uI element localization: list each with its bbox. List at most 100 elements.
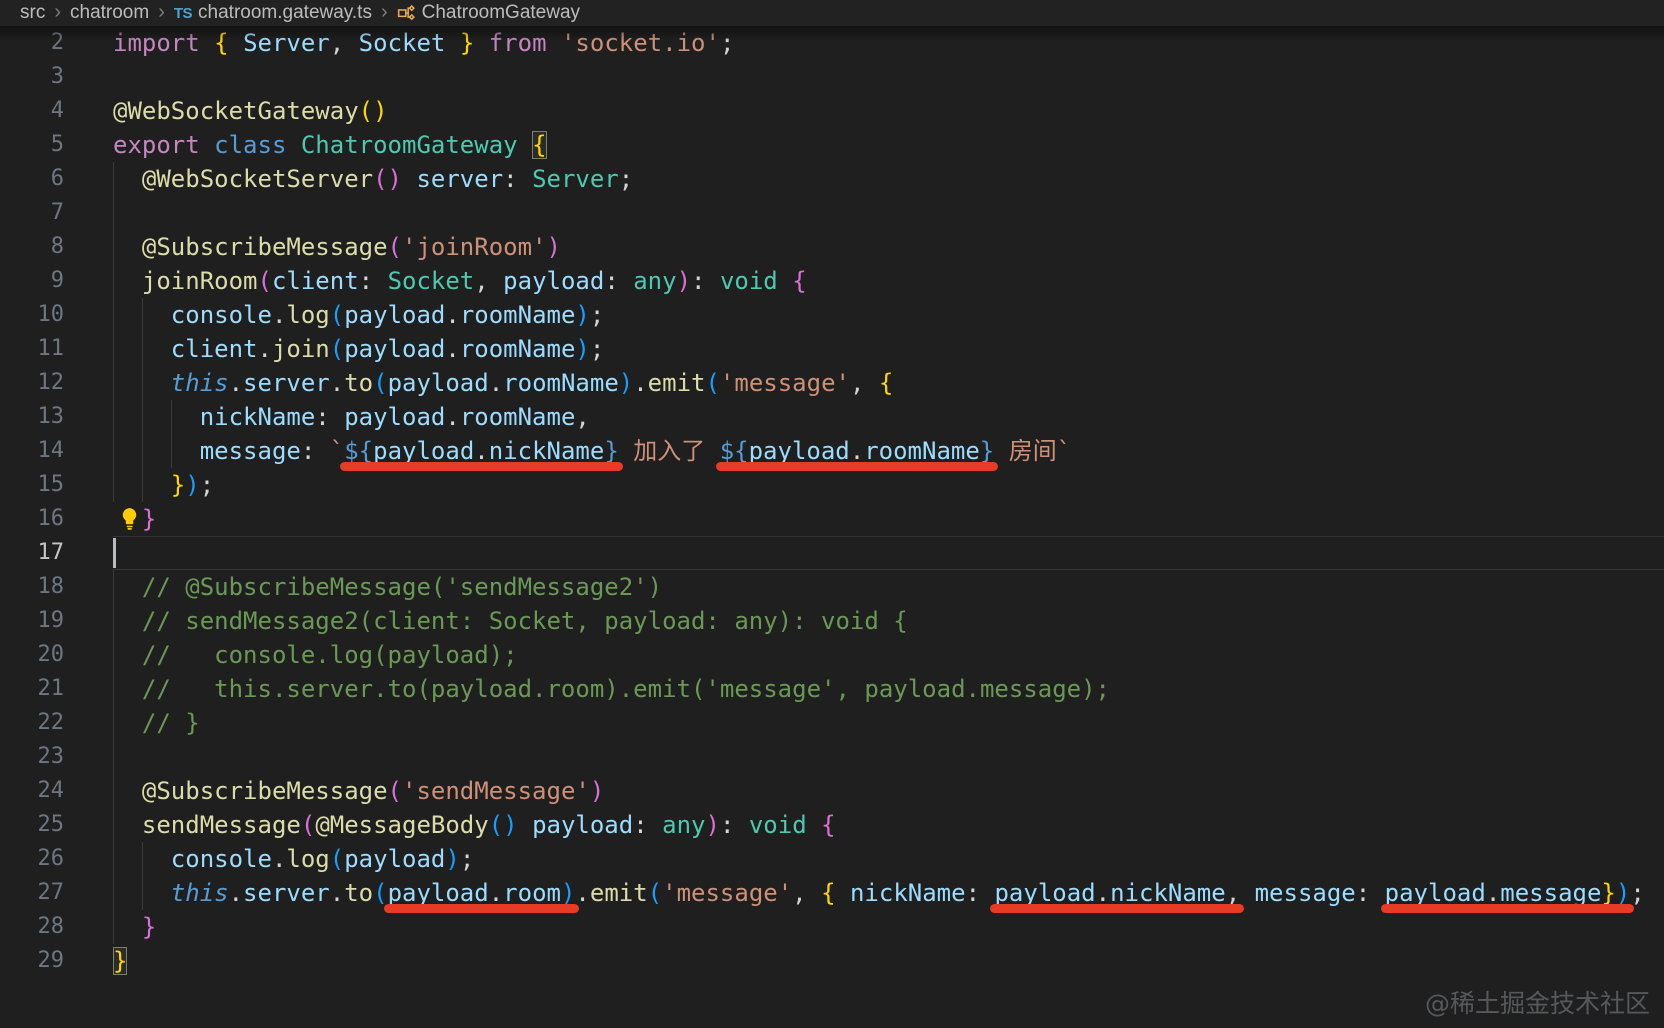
line-number[interactable]: 28 — [0, 910, 113, 944]
code-content — [113, 196, 1664, 230]
code-token: // } — [141, 709, 200, 737]
code-editor: 2 import { Server, Socket } from 'socket.… — [0, 26, 1664, 978]
code-line[interactable]: 8 @SubscribeMessage('joinRoom') — [0, 230, 1664, 264]
line-number[interactable]: 10 — [0, 298, 113, 332]
code-token: server — [416, 165, 504, 193]
code-line[interactable]: 20 // console.log(payload); — [0, 638, 1664, 672]
line-number[interactable]: 27 — [0, 876, 113, 910]
code-line[interactable]: 29} — [0, 944, 1664, 978]
code-line[interactable]: 27 this.server.to(payload.room).emit('me… — [0, 876, 1664, 910]
line-number[interactable]: 29 — [0, 944, 113, 978]
line-number[interactable]: 23 — [0, 740, 113, 774]
code-token: ) — [560, 879, 576, 907]
line-number[interactable]: 2 — [0, 26, 113, 60]
code-token: this — [170, 369, 229, 397]
line-number[interactable]: 14 — [0, 434, 113, 468]
code-line[interactable]: 15 }); — [0, 468, 1664, 502]
line-number[interactable]: 15 — [0, 468, 113, 502]
annotation-underline: ${payload.roomName} — [720, 437, 995, 465]
line-number[interactable]: 5 — [0, 128, 113, 162]
text-cursor — [113, 538, 116, 568]
code-line[interactable]: 23 — [0, 740, 1664, 774]
code-line[interactable]: 4 @WebSocketGateway() — [0, 94, 1664, 128]
line-number[interactable]: 20 — [0, 638, 113, 672]
code-line[interactable]: 18 // @SubscribeMessage('sendMessage2') — [0, 570, 1664, 604]
code-line[interactable]: 25 sendMessage(@MessageBody() payload: a… — [0, 808, 1664, 842]
line-number[interactable]: 13 — [0, 400, 113, 434]
line-number[interactable]: 12 — [0, 366, 113, 400]
code-token: message — [1500, 879, 1602, 907]
code-line[interactable]: 11 client.join(payload.roomName); — [0, 332, 1664, 366]
code-line[interactable]: 21 // this.server.to(payload.room).emit(… — [0, 672, 1664, 706]
code-line[interactable]: 2 import { Server, Socket } from 'socket.… — [0, 26, 1664, 60]
line-number[interactable]: 22 — [0, 706, 113, 740]
code-token: . — [445, 403, 460, 431]
code-token: any — [633, 267, 677, 295]
line-number[interactable]: 4 — [0, 94, 113, 128]
code-line[interactable]: 26 console.log(payload); — [0, 842, 1664, 876]
breadcrumb-item-src[interactable]: src — [20, 2, 45, 24]
code-line[interactable]: 12 this.server.to(payload.roomName).emit… — [0, 366, 1664, 400]
code-line[interactable]: 5 export class ChatroomGateway { — [0, 128, 1664, 162]
code-token: , — [849, 369, 879, 397]
code-token: server — [243, 369, 330, 397]
breadcrumb-item-chatroom[interactable]: chatroom — [70, 2, 149, 24]
code-line[interactable]: 19 // sendMessage2(client: Socket, paylo… — [0, 604, 1664, 638]
code-line[interactable]: 3 — [0, 60, 1664, 94]
line-number[interactable]: 24 — [0, 774, 113, 808]
line-number[interactable]: 16 — [0, 502, 113, 536]
breadcrumb-item-chatroom-gateway-ts[interactable]: TS chatroom.gateway.ts — [174, 2, 372, 24]
code-token: ) — [546, 233, 561, 261]
code-content: } — [113, 910, 1664, 944]
code-token: : — [1355, 879, 1385, 907]
code-token: server — [243, 879, 330, 907]
code-token: Socket — [387, 267, 475, 295]
line-number[interactable]: 8 — [0, 230, 113, 264]
code-line[interactable]: 24 @SubscribeMessage('sendMessage') — [0, 774, 1664, 808]
lightbulb-icon[interactable] — [118, 506, 142, 532]
line-number[interactable]: 21 — [0, 672, 113, 706]
line-number[interactable]: 11 — [0, 332, 113, 366]
code-content: this.server.to(payload.room).emit('messa… — [113, 876, 1664, 910]
code-token: payload — [387, 879, 489, 907]
line-number[interactable]: 7 — [0, 196, 113, 230]
code-token: . — [257, 335, 272, 363]
code-line[interactable]: 28 } — [0, 910, 1664, 944]
code-line[interactable]: 13 nickName: payload.roomName, — [0, 400, 1664, 434]
code-token: () — [488, 811, 518, 839]
breadcrumb-item-chatroomgateway[interactable]: ChatroomGateway — [397, 2, 580, 24]
code-line[interactable]: 6 @WebSocketServer() server: Server; — [0, 162, 1664, 196]
code-token: } — [113, 947, 128, 975]
code-line[interactable]: 9 joinRoom(client: Socket, payload: any)… — [0, 264, 1664, 298]
line-number[interactable]: 19 — [0, 604, 113, 638]
annotation-underline: payload.message}) — [1385, 879, 1631, 907]
line-number[interactable]: 18 — [0, 570, 113, 604]
line-number[interactable]: 6 — [0, 162, 113, 196]
code-line[interactable]: 14 message: `${payload.nickName} 加入了 ${p… — [0, 434, 1664, 468]
code-line[interactable]: 17 — [0, 536, 1664, 570]
code-line[interactable]: 22 // } — [0, 706, 1664, 740]
line-number[interactable]: 3 — [0, 60, 113, 94]
code-token: roomName — [459, 301, 576, 329]
code-line[interactable]: 7 — [0, 196, 1664, 230]
code-token: . — [445, 301, 460, 329]
line-number[interactable]: 26 — [0, 842, 113, 876]
code-token: 'sendMessage' — [402, 777, 590, 805]
code-content: // console.log(payload); — [113, 638, 1664, 672]
line-number[interactable]: 25 — [0, 808, 113, 842]
code-content: // sendMessage2(client: Socket, payload:… — [113, 604, 1664, 638]
code-line[interactable]: 10 console.log(payload.roomName); — [0, 298, 1664, 332]
line-number[interactable]: 9 — [0, 264, 113, 298]
code-token: to — [344, 369, 374, 397]
line-number[interactable]: 17 — [0, 536, 113, 570]
code-line[interactable]: 16 } — [0, 502, 1664, 536]
code-content: client.join(payload.roomName); — [113, 332, 1664, 366]
code-token: , — [1225, 879, 1241, 907]
